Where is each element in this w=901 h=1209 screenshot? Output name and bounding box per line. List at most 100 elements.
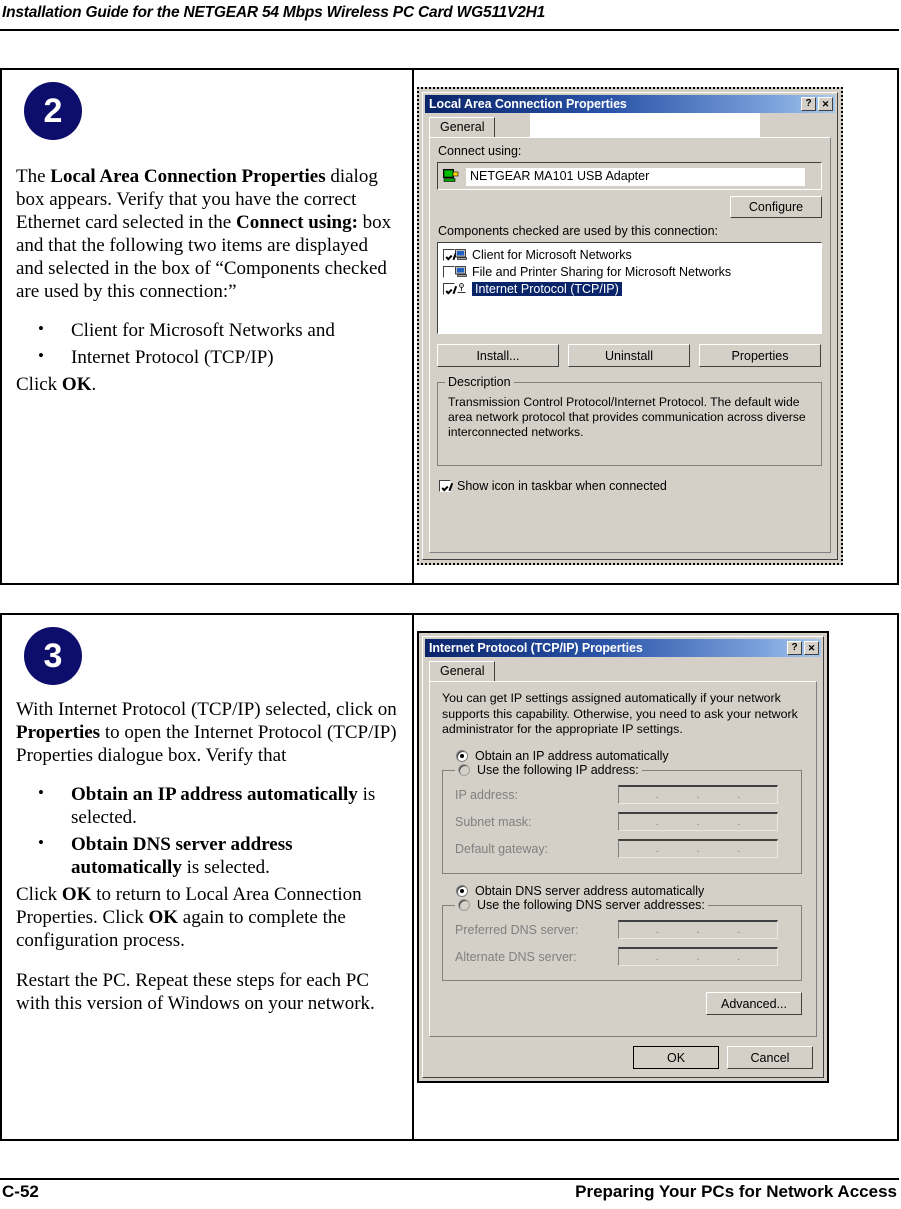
ip-dot: .	[696, 789, 700, 801]
general-tab-panel: You can get IP settings assigned automat…	[429, 681, 817, 1037]
ip-dot: .	[737, 789, 741, 801]
step-3-paragraph-1: With Internet Protocol (TCP/IP) selected…	[16, 699, 398, 768]
step-2-body: The Local Area Connection Properties dia…	[16, 166, 398, 397]
alternate-dns-label: Alternate DNS server:	[455, 950, 577, 964]
help-button[interactable]: ?	[787, 641, 802, 655]
components-checked-label: Components checked are used by this conn…	[438, 224, 719, 238]
network-adapter-icon	[443, 169, 459, 183]
radio-row-obtain-ip[interactable]: Obtain an IP address automatically	[456, 749, 669, 763]
list-item-label: Internet Protocol (TCP/IP)	[71, 346, 274, 368]
properties-button[interactable]: Properties	[699, 344, 821, 367]
text-run: With Internet Protocol (TCP/IP) selected…	[16, 699, 397, 720]
subnet-mask-field[interactable]: ...	[618, 812, 778, 831]
checkbox-internet-protocol-tcpip[interactable]	[443, 282, 455, 295]
radio-row-use-dns[interactable]: Use the following DNS server addresses:	[455, 898, 708, 912]
radio-obtain-dns-label: Obtain DNS server address automatically	[475, 884, 705, 898]
step-3-bullet-list: Obtain an IP address automatically is se…	[16, 783, 398, 880]
show-icon-taskbar-label: Show icon in taskbar when connected	[457, 479, 667, 493]
list-item[interactable]: Client for Microsoft Networks	[440, 246, 819, 263]
ip-dot: .	[655, 789, 659, 801]
list-item: Obtain an IP address automatically is se…	[16, 783, 398, 830]
dialog-inner-frame: Internet Protocol (TCP/IP) Properties ? …	[422, 636, 824, 1078]
dialog-titlebar[interactable]: Internet Protocol (TCP/IP) Properties ? …	[425, 639, 821, 657]
text-run-bold: OK	[61, 883, 92, 905]
configure-button[interactable]: Configure	[730, 196, 822, 218]
install-button[interactable]: Install...	[437, 344, 559, 367]
text-run-bold: Local Area Connection Properties	[50, 166, 326, 187]
protocol-icon	[455, 283, 468, 294]
step-3-table: 3 With Internet Protocol (TCP/IP) select…	[0, 613, 899, 1141]
tab-general[interactable]: General	[429, 661, 496, 682]
list-item-label: Internet Protocol (TCP/IP)	[472, 281, 622, 296]
list-item-label: Client for Microsoft Networks and	[71, 319, 335, 341]
page-number: C-52	[2, 1182, 39, 1201]
components-listbox[interactable]: Client for Microsoft Networks File and P…	[437, 242, 822, 334]
page-footer: C-52 Preparing Your PCs for Network Acce…	[0, 1182, 899, 1202]
text-run-bold: Properties	[16, 721, 101, 743]
advanced-button[interactable]: Advanced...	[706, 992, 802, 1015]
cancel-button[interactable]: Cancel	[727, 1046, 813, 1069]
radio-use-following-ip-label: Use the following IP address:	[477, 763, 639, 777]
radio-row-obtain-dns[interactable]: Obtain DNS server address automatically	[456, 884, 704, 898]
radio-obtain-ip-label: Obtain an IP address automatically	[475, 749, 669, 763]
ip-dot: .	[696, 816, 700, 828]
step-3-screenshot-cell: Internet Protocol (TCP/IP) Properties ? …	[414, 615, 897, 1139]
connect-using-box[interactable]: NETGEAR MA101 USB Adapter	[437, 162, 822, 190]
dialog-title: Internet Protocol (TCP/IP) Properties	[429, 641, 643, 655]
description-group-title: Description	[445, 375, 514, 389]
ip-address-label: IP address:	[455, 788, 519, 802]
ip-dot: .	[737, 924, 741, 936]
uninstall-button[interactable]: Uninstall	[568, 344, 690, 367]
ip-dot: .	[655, 951, 659, 963]
list-item-label: is selected.	[181, 856, 270, 878]
header-rule	[0, 29, 899, 31]
tab-general[interactable]: General	[429, 117, 496, 138]
ip-dot: .	[655, 843, 659, 855]
ok-button[interactable]: OK	[633, 1046, 719, 1069]
network-adapter-svg	[443, 169, 459, 182]
computer-icon	[455, 266, 468, 277]
footer-section-title: Preparing Your PCs for Network Access	[575, 1182, 897, 1201]
default-gateway-field[interactable]: ...	[618, 839, 778, 858]
ip-dot: .	[737, 843, 741, 855]
document-page: Installation Guide for the NETGEAR 54 Mb…	[0, 0, 901, 1209]
internet-protocol-tcpip-properties-dialog: Internet Protocol (TCP/IP) Properties ? …	[417, 631, 829, 1083]
dialog-title: Local Area Connection Properties	[429, 97, 627, 111]
list-item: Client for Microsoft Networks and	[16, 319, 398, 343]
show-icon-taskbar-row[interactable]: Show icon in taskbar when connected	[439, 479, 667, 493]
default-gateway-label: Default gateway:	[455, 842, 549, 856]
description-text: Transmission Control Protocol/Internet P…	[448, 395, 806, 439]
step-2-table: 2 The Local Area Connection Properties d…	[0, 68, 899, 585]
list-item-label-bold: Obtain an IP address automatically	[71, 783, 358, 805]
step-2-paragraph-2: Click OK.	[16, 374, 398, 397]
list-item[interactable]: File and Printer Sharing for Microsoft N…	[440, 263, 819, 280]
close-button[interactable]: ✕	[818, 97, 833, 111]
radio-obtain-ip-automatically[interactable]	[456, 750, 468, 762]
dialog-inner-frame: Local Area Connection Properties ? ✕ Gen…	[422, 92, 838, 560]
preferred-dns-field[interactable]: ...	[618, 920, 778, 939]
step-3-body: With Internet Protocol (TCP/IP) selected…	[16, 699, 398, 1016]
radio-obtain-dns-automatically[interactable]	[456, 885, 468, 897]
subnet-mask-label: Subnet mask:	[455, 815, 532, 829]
help-button[interactable]: ?	[801, 97, 816, 111]
checkbox-file-printer-sharing[interactable]	[443, 265, 455, 278]
alternate-dns-field[interactable]: ...	[618, 947, 778, 966]
preferred-dns-label: Preferred DNS server:	[455, 923, 579, 937]
list-item-label: Client for Microsoft Networks	[472, 247, 632, 262]
close-button[interactable]: ✕	[804, 641, 819, 655]
radio-use-following-ip[interactable]	[458, 764, 470, 776]
checkbox-show-icon-taskbar[interactable]	[439, 480, 451, 492]
ip-dot: .	[655, 816, 659, 828]
dialog-titlebar[interactable]: Local Area Connection Properties ? ✕	[425, 95, 835, 113]
ip-address-field[interactable]: ...	[618, 785, 778, 804]
radio-row-use-ip[interactable]: Use the following IP address:	[455, 763, 642, 777]
text-run-bold: OK	[61, 373, 92, 395]
step-2-badge: 2	[24, 82, 82, 140]
checkbox-client-microsoft-networks[interactable]	[443, 248, 455, 261]
radio-use-following-dns[interactable]	[458, 899, 470, 911]
list-item: Obtain DNS server address automatically …	[16, 833, 398, 880]
connect-using-label: Connect using:	[438, 144, 522, 158]
general-tab-panel: Connect using: NETGEAR MA101 USB Adapter…	[429, 137, 831, 553]
list-item[interactable]: Internet Protocol (TCP/IP)	[440, 280, 819, 297]
use-following-ip-groupbox: Use the following IP address: IP address…	[442, 763, 802, 874]
